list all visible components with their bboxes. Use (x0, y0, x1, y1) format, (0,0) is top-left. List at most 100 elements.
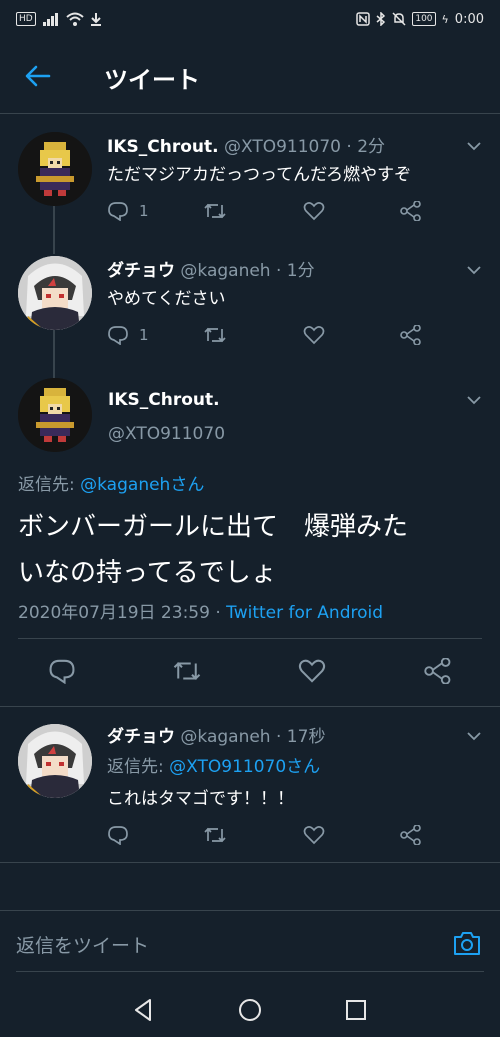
retweet-button[interactable] (203, 320, 227, 350)
display-name[interactable]: ダチョウ (107, 727, 175, 747)
status-time: 0:00 (454, 11, 484, 27)
reply-input[interactable]: 返信をツイート (16, 931, 149, 958)
avatar[interactable] (18, 132, 92, 206)
reply-button[interactable]: 1 (107, 196, 149, 226)
retweet-icon (173, 662, 201, 680)
reply-composer: 返信をツイート (0, 910, 500, 982)
nav-back-icon[interactable] (130, 996, 158, 1024)
signal-icon (42, 13, 58, 26)
avatar[interactable] (18, 378, 92, 452)
reply-to-link[interactable]: @XTO911070さん (169, 757, 320, 777)
display-name[interactable]: ダチョウ (107, 261, 175, 281)
heart-icon (303, 202, 325, 221)
retweet-button[interactable] (203, 820, 227, 850)
user-handle[interactable]: @kaganeh (180, 727, 270, 747)
reply-icon (108, 326, 128, 345)
reply-prefix: 返信先: (107, 757, 170, 777)
charging-icon: ϟ (441, 12, 449, 26)
avatar[interactable] (18, 724, 92, 798)
chevron-down-icon[interactable] (466, 728, 482, 744)
share-button[interactable] (400, 320, 422, 350)
tweet-text: ただマジアカだっつってんだろ燃やすぞ (107, 165, 412, 185)
tweet-time: · 17秒 (276, 727, 326, 747)
reply-button[interactable]: 1 (107, 320, 149, 350)
nav-home-icon[interactable] (236, 996, 264, 1024)
reply-button[interactable] (48, 656, 76, 686)
like-button[interactable] (303, 820, 325, 850)
focused-tweet: IKS_Chrout. @XTO911070 返信先: @kaganehさん ボ… (0, 370, 500, 702)
share-button[interactable] (400, 196, 422, 226)
tweet-source-link[interactable]: Twitter for Android (226, 603, 383, 623)
retweet-button[interactable] (203, 196, 227, 226)
hd-indicator: HD (16, 12, 36, 26)
share-button[interactable] (400, 820, 422, 850)
chevron-down-icon[interactable] (466, 392, 482, 408)
nav-recents-icon[interactable] (342, 996, 370, 1024)
reply-icon (108, 826, 128, 845)
heart-icon (303, 826, 325, 845)
display-name[interactable]: IKS_Chrout. (108, 390, 220, 410)
thread-tweet[interactable]: IKS_Chrout. @XTO911070 · 2分 ただマジアカだっつってん… (0, 120, 500, 240)
tweet-time: · 1分 (276, 261, 315, 281)
back-button[interactable] (22, 62, 54, 90)
share-icon (424, 658, 451, 684)
status-bar: HD 100 ϟ 0:00 (0, 0, 500, 38)
tweet-actions: 1 (107, 196, 437, 226)
tweet-datetime: 2020年07月19日 23:59 · (18, 603, 227, 623)
reply-to-link[interactable]: @kaganehさん (80, 475, 204, 495)
heart-icon (303, 326, 325, 345)
tweet-actions (107, 820, 437, 850)
camera-icon[interactable] (452, 929, 482, 957)
battery-indicator: 100 (412, 12, 436, 26)
share-icon (400, 825, 421, 845)
user-handle[interactable]: @kaganeh (180, 261, 270, 281)
tweet-meta: 2020年07月19日 23:59 · Twitter for Android (18, 598, 383, 623)
tweet-text: やめてください (107, 289, 226, 309)
reply-icon (108, 202, 128, 221)
thread-tweet[interactable]: ダチョウ @kaganeh · 1分 やめてください 1 (0, 244, 500, 364)
retweet-button[interactable] (172, 656, 202, 686)
tweet-text-line1: ボンバーガールに出て 爆弾みた (18, 512, 409, 542)
reply-prefix: 返信先: (18, 475, 81, 495)
share-icon (400, 201, 421, 221)
heart-icon (298, 659, 326, 683)
chevron-down-icon[interactable] (466, 262, 482, 278)
mute-icon (392, 12, 406, 26)
page-title: ツイート (104, 66, 200, 94)
reply-count: 1 (139, 326, 149, 344)
user-handle[interactable]: @XTO911070 (224, 137, 341, 157)
tweet-actions: 1 (107, 320, 437, 350)
avatar[interactable] (18, 256, 92, 330)
reply-icon (49, 659, 75, 684)
display-name[interactable]: IKS_Chrout. (107, 137, 219, 157)
nfc-icon (356, 12, 371, 26)
wifi-icon (66, 12, 84, 26)
arrow-left-icon (25, 65, 51, 87)
tweet-header: ダチョウ @kaganeh · 17秒 (107, 722, 325, 747)
tweet-time: · 2分 (346, 137, 386, 157)
retweet-icon (204, 827, 226, 843)
share-button[interactable] (424, 656, 452, 686)
tweet-header: IKS_Chrout. @XTO911070 · 2分 (107, 132, 385, 157)
reply-button[interactable] (107, 820, 129, 850)
reply-context: 返信先: @XTO911070さん (107, 752, 320, 777)
like-button[interactable] (303, 320, 325, 350)
divider (0, 706, 500, 707)
tweet-text: これはタマゴです！！！ (107, 789, 294, 809)
chevron-down-icon[interactable] (466, 138, 482, 154)
tweet-text-line2: いなの持ってるでしょ (18, 558, 277, 588)
retweet-icon (204, 327, 226, 343)
share-icon (400, 325, 421, 345)
reply-tweet[interactable]: ダチョウ @kaganeh · 17秒 返信先: @XTO911070さん これ… (0, 712, 500, 862)
user-handle[interactable]: @XTO911070 (108, 424, 225, 444)
header: ツイート (0, 38, 500, 114)
like-button[interactable] (298, 656, 326, 686)
bluetooth-icon (376, 12, 386, 26)
tweet-actions (48, 656, 468, 686)
like-button[interactable] (303, 196, 325, 226)
reply-context: 返信先: @kaganehさん (18, 470, 204, 495)
download-icon (90, 13, 101, 26)
reply-input-underline (16, 971, 484, 972)
divider (18, 638, 482, 639)
retweet-icon (204, 203, 226, 219)
